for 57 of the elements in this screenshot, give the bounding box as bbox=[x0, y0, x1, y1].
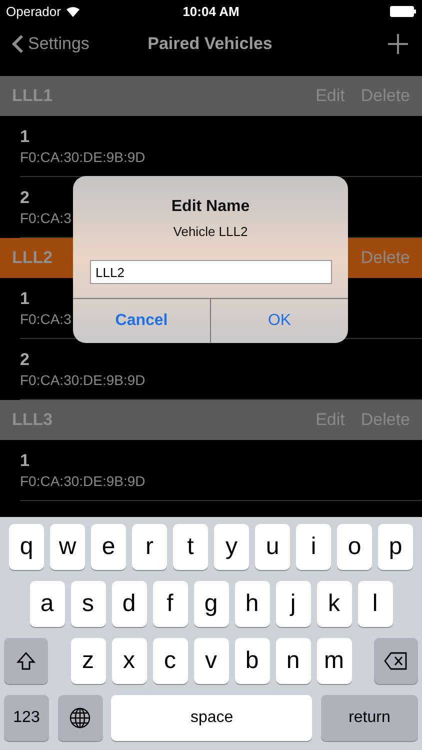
device-address: F0:CA:30:DE:9B:9D bbox=[20, 149, 146, 165]
letter-key[interactable]: s bbox=[70, 581, 106, 627]
letter-key[interactable]: m bbox=[316, 638, 352, 684]
letter-key[interactable]: v bbox=[194, 638, 228, 684]
letter-key[interactable]: r bbox=[132, 524, 167, 570]
device-address: F0:CA:3 bbox=[20, 210, 72, 226]
letter-key[interactable]: y bbox=[214, 524, 249, 570]
device-number: 2 bbox=[20, 350, 30, 370]
letter-key[interactable]: d bbox=[112, 581, 146, 627]
letter-key[interactable]: f bbox=[152, 581, 188, 627]
letter-key[interactable]: l bbox=[358, 581, 392, 627]
letter-key[interactable]: n bbox=[276, 638, 310, 684]
letter-key[interactable]: x bbox=[112, 638, 146, 684]
numbers-key[interactable]: 123 bbox=[4, 695, 49, 741]
battery-icon bbox=[390, 6, 416, 16]
dialog-message: Vehicle LLL2 bbox=[173, 224, 248, 239]
letter-key[interactable]: e bbox=[91, 524, 126, 570]
device-number: 1 bbox=[20, 289, 30, 309]
shift-icon bbox=[16, 651, 36, 671]
device-address: F0:CA:30:DE:9B:9D bbox=[20, 473, 146, 489]
letter-key[interactable]: w bbox=[50, 524, 85, 570]
letter-key[interactable]: o bbox=[337, 524, 372, 570]
letter-key[interactable]: q bbox=[9, 524, 44, 570]
back-button[interactable]: Settings bbox=[12, 34, 122, 54]
letter-key[interactable]: p bbox=[378, 524, 413, 570]
dialog-title: Edit Name bbox=[171, 198, 250, 216]
device-number: 1 bbox=[20, 127, 30, 147]
letter-key[interactable]: b bbox=[234, 638, 270, 684]
status-time: 10:04 AM bbox=[182, 4, 240, 18]
globe-icon bbox=[69, 707, 92, 729]
letter-key[interactable]: a bbox=[30, 581, 64, 627]
backspace-icon bbox=[384, 652, 408, 670]
device-address: F0:CA:3 bbox=[20, 311, 72, 327]
letter-key[interactable]: t bbox=[173, 524, 208, 570]
device-number: 2 bbox=[20, 188, 30, 208]
space-key[interactable]: space bbox=[111, 695, 312, 741]
add-icon[interactable] bbox=[388, 34, 408, 54]
section-title: LLL2 bbox=[12, 248, 54, 268]
chevron-left-icon bbox=[12, 34, 24, 54]
letter-key[interactable]: h bbox=[234, 581, 270, 627]
wifi-icon bbox=[66, 6, 80, 16]
letter-key[interactable]: g bbox=[194, 581, 228, 627]
shift-key[interactable] bbox=[4, 638, 48, 684]
nav-title: Paired Vehicles bbox=[148, 34, 272, 54]
globe-key[interactable] bbox=[58, 695, 103, 741]
delete-key[interactable] bbox=[374, 638, 418, 684]
name-input-field[interactable]: LLL2 bbox=[90, 260, 332, 284]
letter-key[interactable]: z bbox=[70, 638, 106, 684]
letter-key[interactable]: k bbox=[316, 581, 352, 627]
letter-key[interactable]: u bbox=[255, 524, 290, 570]
letter-key[interactable]: j bbox=[276, 581, 310, 627]
letter-key[interactable]: i bbox=[296, 524, 331, 570]
device-number: 1 bbox=[20, 451, 30, 471]
carrier-name: Operador bbox=[6, 4, 61, 18]
letter-key[interactable]: c bbox=[152, 638, 188, 684]
return-key[interactable]: return bbox=[320, 695, 418, 741]
device-address: F0:CA:30:DE:9B:9D bbox=[20, 372, 146, 388]
